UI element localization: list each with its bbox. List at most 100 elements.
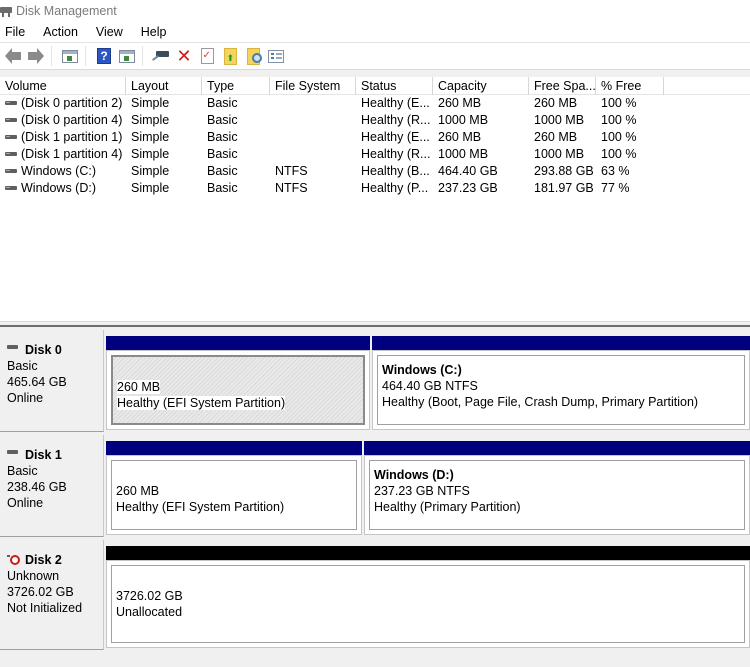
cell-capacity: 260 MB (433, 95, 529, 112)
cell-type: Basic (202, 146, 270, 163)
layout-value: Simple (131, 164, 170, 178)
show-hide-action-pane-button[interactable] (117, 46, 137, 66)
volume-value: (Disk 1 partition 4) (21, 147, 123, 161)
volume-value: Windows (D:) (21, 181, 97, 195)
menu-view[interactable]: View (90, 25, 129, 39)
volume-value: (Disk 0 partition 4) (21, 113, 123, 127)
cell-status: Healthy (E... (356, 95, 433, 112)
help-button[interactable]: ? (94, 46, 114, 66)
percent-free-value: 100 % (601, 147, 637, 161)
partition-strip: 260 MB Healthy (EFI System Partition) Wind… (106, 330, 750, 432)
partition-size: 260 MB (117, 380, 161, 394)
properties-button[interactable] (197, 46, 217, 66)
partition-status: Healthy (EFI System Partition) (116, 500, 285, 514)
cell-volume: (Disk 0 partition 2) (0, 95, 126, 112)
window-title: Disk Management (16, 4, 117, 18)
show-hide-console-tree-button[interactable] (60, 46, 80, 66)
cell-free-space: 1000 MB (529, 146, 596, 163)
back-button[interactable] (3, 46, 23, 66)
volume-list-header: Volume Layout Type File System Status Ca… (0, 77, 750, 95)
action-pane-icon (119, 49, 135, 63)
column-header-volume[interactable]: Volume (0, 77, 126, 95)
file-system-value: NTFS (275, 164, 308, 178)
partition-type-bar (364, 441, 750, 455)
partition-details: 260 MB Healthy (EFI System Partition) (111, 355, 365, 425)
partition-block[interactable]: 3726.02 GB Unallocated (106, 540, 750, 650)
disk-info-panel[interactable]: Disk 2 Unknown 3726.02 GB Not Initialize… (0, 540, 104, 650)
column-header-status[interactable]: Status (356, 77, 433, 95)
disk-info-panel[interactable]: Disk 1 Basic 238.46 GB Online (0, 435, 104, 537)
partition-type-bar (106, 336, 370, 350)
cell-capacity: 464.40 GB (433, 163, 529, 180)
volume-row[interactable]: Windows (C:) Simple Basic NTFS Healthy (B...… (0, 163, 750, 180)
status-value: Healthy (E... (361, 130, 430, 144)
percent-free-value: 100 % (601, 130, 637, 144)
folder-up-icon (223, 47, 237, 65)
disk-name-label: Disk 1 (25, 448, 62, 462)
cell-type: Basic (202, 129, 270, 146)
list-view-icon (268, 49, 284, 63)
partition-type-bar (106, 441, 362, 455)
cell-layout: Simple (126, 129, 202, 146)
volume-row[interactable]: Windows (D:) Simple Basic NTFS Healthy (P...… (0, 180, 750, 197)
cell-layout: Simple (126, 163, 202, 180)
partition-block[interactable]: 260 MB Healthy (EFI System Partition) (106, 435, 362, 537)
volume-row[interactable]: (Disk 1 partition 1) Simple Basic Healthy (… (0, 129, 750, 146)
volume-row[interactable]: (Disk 0 partition 2) Simple Basic Healthy (… (0, 95, 750, 112)
cell-percent-free: 100 % (596, 129, 664, 146)
type-value: Basic (207, 130, 238, 144)
toolbar-separator (85, 46, 86, 66)
volume-value: Windows (C:) (21, 164, 97, 178)
volume-row[interactable]: (Disk 0 partition 4) Simple Basic Healthy (… (0, 112, 750, 129)
cell-percent-free: 100 % (596, 146, 664, 163)
cell-status: Healthy (R... (356, 112, 433, 129)
column-header-percent-free[interactable]: % Free (596, 77, 664, 95)
partition-body: 3726.02 GB Unallocated (106, 560, 750, 648)
cell-file-system (270, 112, 356, 129)
partition-block[interactable]: 260 MB Healthy (EFI System Partition) (106, 330, 370, 432)
disk-info-panel[interactable]: Disk 0 Basic 465.64 GB Online (0, 330, 104, 432)
percent-free-value: 77 % (601, 181, 630, 195)
disk-type: Unknown (7, 569, 60, 583)
partition-size: 237.23 GB NTFS (374, 484, 470, 498)
cell-file-system: NTFS (270, 180, 356, 197)
disk-error-icon (7, 555, 21, 565)
toolbar: ? ✕ (0, 43, 750, 70)
cell-layout: Simple (126, 95, 202, 112)
column-header-file-system[interactable]: File System (270, 77, 356, 95)
volume-row[interactable]: (Disk 1 partition 4) Simple Basic Healthy (… (0, 146, 750, 163)
file-system-value: NTFS (275, 181, 308, 195)
column-header-empty (664, 77, 750, 95)
free-space-value: 260 MB (534, 130, 578, 144)
cell-layout: Simple (126, 180, 202, 197)
connect-disk-icon (152, 51, 170, 61)
open-button[interactable] (220, 46, 240, 66)
volume-value: (Disk 1 partition 1) (21, 130, 123, 144)
menu-file[interactable]: File (0, 25, 31, 39)
settings-list-button[interactable] (266, 46, 286, 66)
column-header-type[interactable]: Type (202, 77, 270, 95)
back-arrow-icon (5, 48, 21, 64)
partition-details: 3726.02 GB Unallocated (111, 565, 745, 643)
cell-free-space: 260 MB (529, 95, 596, 112)
menu-help[interactable]: Help (135, 25, 173, 39)
disk-row: Disk 2 Unknown 3726.02 GB Not Initialize… (0, 540, 750, 653)
partition-block[interactable]: Windows (D:) 237.23 GB NTFS Healthy (Prima… (364, 435, 750, 537)
capacity-value: 260 MB (438, 130, 482, 144)
delete-button[interactable]: ✕ (174, 46, 194, 66)
disk-management-app-icon (0, 5, 14, 17)
type-value: Basic (207, 96, 238, 110)
connect-virtual-disk-button[interactable] (151, 46, 171, 66)
column-header-free-space[interactable]: Free Spa... (529, 77, 596, 95)
partition-title: Windows (C:) (382, 363, 462, 377)
forward-button[interactable] (26, 46, 46, 66)
cell-type: Basic (202, 112, 270, 129)
partition-block[interactable]: Windows (C:) 464.40 GB NTFS Healthy (Boot,… (372, 330, 750, 432)
column-header-capacity[interactable]: Capacity (433, 77, 529, 95)
capacity-value: 260 MB (438, 96, 482, 110)
column-header-layout[interactable]: Layout (126, 77, 202, 95)
disk-state: Online (7, 496, 44, 510)
menu-action[interactable]: Action (37, 25, 84, 39)
toolbar-separator (142, 46, 143, 66)
explore-button[interactable] (243, 46, 263, 66)
